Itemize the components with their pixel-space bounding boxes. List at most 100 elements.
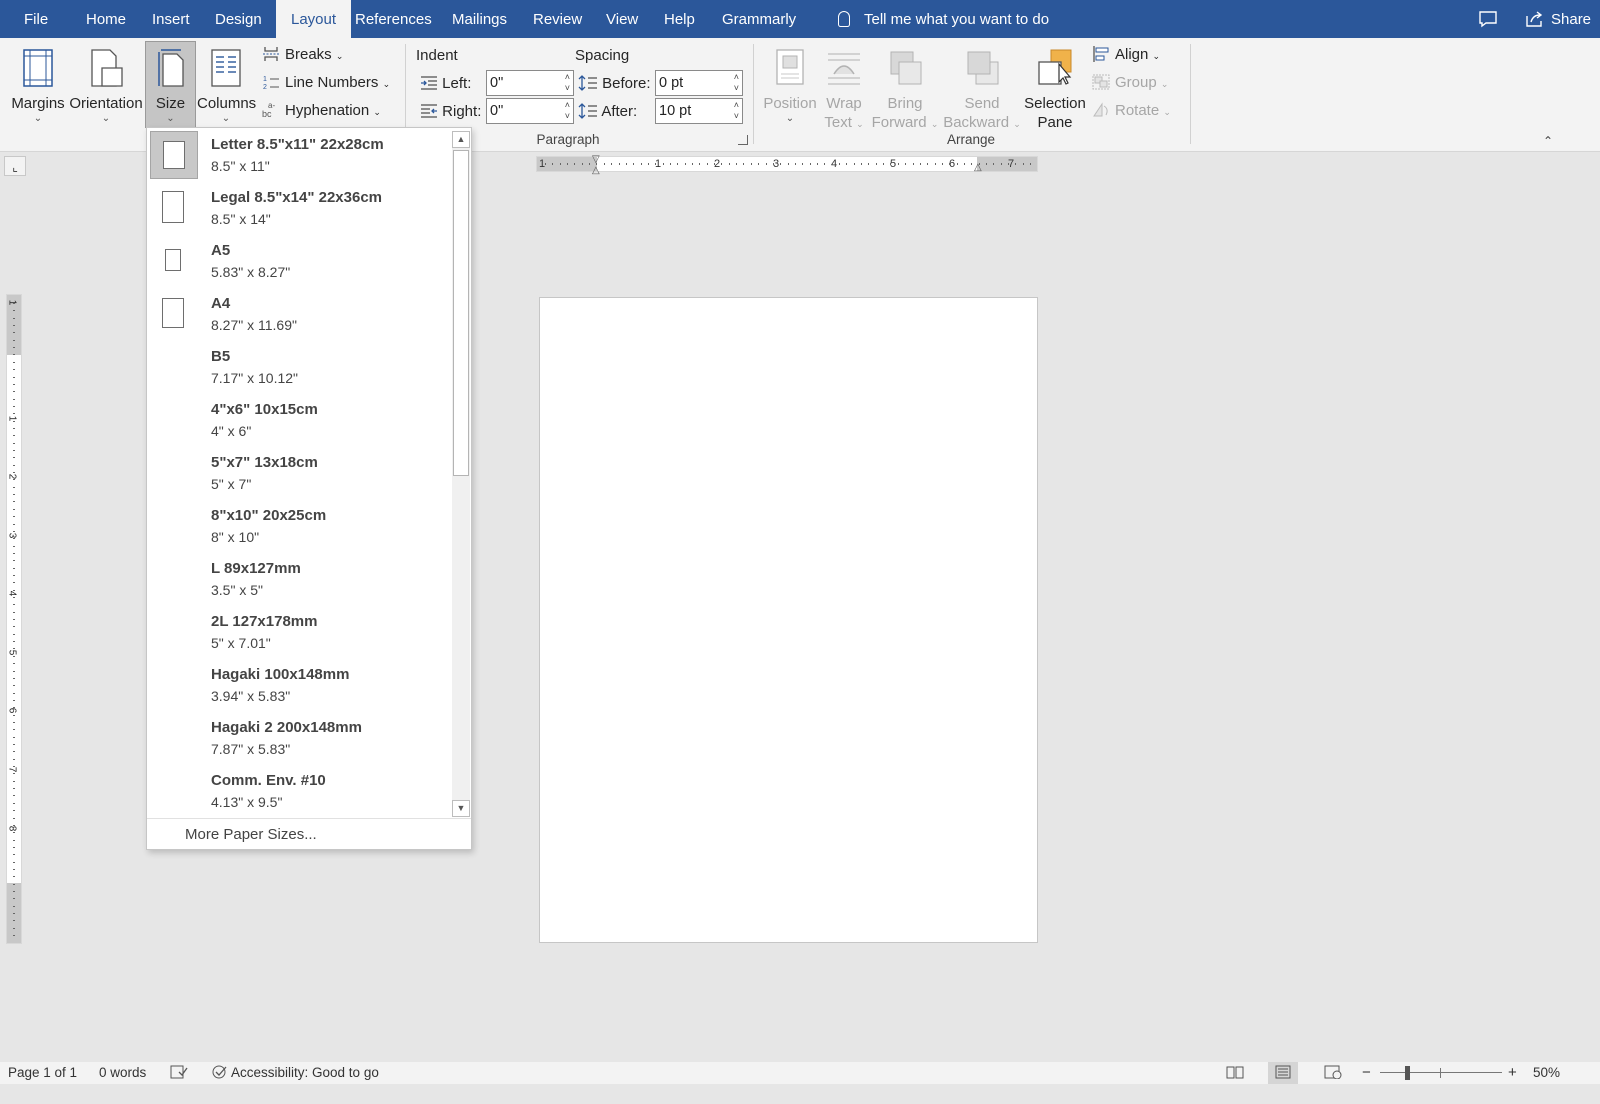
orientation-label: Orientation — [69, 95, 143, 112]
hyphenation-button[interactable]: a-bc Hyphenation ⌄ — [262, 99, 381, 123]
ruler-tick — [883, 163, 885, 165]
columns-button[interactable]: Columns ⌄ — [197, 42, 256, 128]
paper-size-item[interactable]: Hagaki 100x148mm 3.94" x 5.83" — [147, 658, 451, 711]
paper-size-item[interactable]: 8"x10" 20x25cm 8" x 10" — [147, 499, 451, 552]
selection-pane-button[interactable]: Selection Pane — [1022, 42, 1088, 131]
horizontal-ruler[interactable]: 11234567 ▽ △ △ — [536, 154, 1038, 176]
ruler-tick — [13, 891, 15, 892]
first-line-indent-marker[interactable]: ▽ — [592, 154, 600, 165]
scroll-up-icon[interactable]: ▲ — [452, 131, 470, 148]
spinner-arrows-icon[interactable]: ˄ ˅ — [734, 72, 739, 94]
spinner-arrows-icon[interactable]: ˄ ˅ — [565, 72, 570, 94]
comment-icon — [1479, 11, 1497, 28]
ruler-tick — [603, 163, 605, 165]
bring-forward-button[interactable]: Bring Forward ⌄ — [870, 42, 940, 131]
zoom-in-button[interactable]: + — [1508, 1062, 1517, 1084]
tab-layout[interactable]: Layout — [276, 0, 352, 39]
zoom-level[interactable]: 50% — [1533, 1062, 1560, 1084]
size-button[interactable]: Size ⌄ — [145, 41, 196, 128]
tab-review[interactable]: Review — [527, 0, 588, 38]
paper-size-item[interactable]: Hagaki 2 200x148mm 7.87" x 5.83" — [147, 711, 451, 764]
ruler-tick — [559, 163, 561, 165]
svg-text:bc: bc — [262, 109, 272, 118]
proofing-icon[interactable] — [170, 1062, 188, 1084]
comments-button[interactable] — [1478, 0, 1498, 38]
ruler-tick — [13, 766, 15, 768]
line-numbers-button[interactable]: 1 2 Line Numbers ⌄ — [262, 71, 390, 95]
tab-mailings[interactable]: Mailings — [446, 0, 513, 38]
tab-view[interactable]: View — [600, 0, 644, 38]
paper-size-item[interactable]: L 89x127mm 3.5" x 5" — [147, 552, 451, 605]
scroll-down-icon[interactable]: ▼ — [452, 800, 470, 817]
ruler-tick — [993, 163, 995, 165]
more-paper-sizes-item[interactable]: More Paper Sizes... — [147, 818, 471, 850]
right-indent-marker[interactable]: △ — [974, 162, 982, 173]
word-count[interactable]: 0 words — [99, 1062, 146, 1084]
zoom-slider[interactable] — [1380, 1072, 1502, 1073]
tell-me-search[interactable]: Tell me what you want to do — [838, 0, 1049, 38]
group-divider — [753, 44, 754, 144]
paper-size-item[interactable]: 5"x7" 13x18cm 5" x 7" — [147, 446, 451, 499]
paper-size-dimensions: 8.5" x 11" — [211, 158, 270, 174]
share-button[interactable]: Share — [1525, 0, 1591, 38]
paper-size-item[interactable]: Comm. Env. #10 4.13" x 9.5" — [147, 764, 451, 817]
chevron-down-icon: ⌄ — [166, 113, 175, 124]
spacing-before-input[interactable]: 0 pt ˄ ˅ — [655, 70, 743, 96]
scrollbar-thumb[interactable] — [453, 150, 469, 476]
rotate-button[interactable]: Rotate ⌄ — [1092, 99, 1171, 123]
zoom-slider-thumb[interactable] — [1405, 1066, 1410, 1080]
align-button[interactable]: Align ⌄ — [1092, 43, 1160, 67]
spinner-arrows-icon[interactable]: ˄ ˅ — [734, 100, 739, 122]
send-backward-button[interactable]: Send Backward ⌄ — [942, 42, 1022, 131]
paper-size-item[interactable]: Legal 8.5"x14" 22x36cm 8.5" x 14" — [147, 181, 451, 234]
web-layout-icon[interactable] — [1324, 1062, 1342, 1084]
tab-file[interactable]: File — [18, 0, 54, 38]
dialog-launcher-icon[interactable] — [738, 135, 748, 145]
zoom-out-button[interactable]: − — [1362, 1062, 1371, 1084]
position-icon — [772, 48, 808, 88]
tab-grammarly[interactable]: Grammarly — [716, 0, 802, 38]
dropdown-scrollbar[interactable]: ▲ ▼ — [452, 131, 470, 817]
spinner-arrows-icon[interactable]: ˄ ˅ — [565, 100, 570, 122]
ruler-tick — [13, 736, 15, 738]
accessibility-status[interactable]: Accessibility: Good to go — [212, 1062, 379, 1084]
paper-size-item[interactable]: A4 8.27" x 11.69" — [147, 287, 451, 340]
chevron-down-icon: ⌄ — [33, 113, 43, 124]
spacing-after-input[interactable]: 10 pt ˄ ˅ — [655, 98, 743, 124]
wrap-text-button[interactable]: Wrap Text ⌄ — [820, 42, 868, 131]
read-mode-icon[interactable] — [1226, 1062, 1244, 1084]
group-button[interactable]: Group ⌄ — [1092, 71, 1168, 95]
ruler-tick — [875, 163, 877, 165]
tab-home[interactable]: Home — [80, 0, 132, 38]
ruler-tick — [831, 163, 833, 165]
indent-right-input[interactable]: 0" ˄ ˅ — [486, 98, 574, 124]
ruler-tick — [846, 163, 848, 165]
hanging-indent-marker[interactable]: △ — [592, 165, 600, 176]
paper-size-item[interactable]: B5 7.17" x 10.12" — [147, 340, 451, 393]
paper-thumbnail — [150, 767, 198, 815]
orientation-button[interactable]: Orientation ⌄ — [68, 42, 144, 128]
document-page[interactable] — [539, 297, 1038, 943]
indent-left-value: 0" — [490, 75, 504, 91]
position-button[interactable]: Position ⌄ — [762, 42, 818, 128]
tab-insert[interactable]: Insert — [146, 0, 196, 38]
chevron-down-icon: ⌄ — [1013, 119, 1021, 129]
paper-size-item[interactable]: 4"x6" 10x15cm 4" x 6" — [147, 393, 451, 446]
paper-size-item[interactable]: Letter 8.5"x11" 22x28cm 8.5" x 11" — [147, 128, 451, 181]
print-layout-icon[interactable] — [1268, 1062, 1298, 1084]
ruler-tick — [13, 626, 15, 628]
vertical-ruler[interactable]: 1 1 2 3 4 5 6 7 8 — [6, 294, 22, 944]
tab-selector-icon[interactable]: ⌞ — [4, 156, 26, 176]
tab-references[interactable]: References — [349, 0, 438, 38]
paper-size-item[interactable]: A5 5.83" x 8.27" — [147, 234, 451, 287]
collapse-ribbon-icon[interactable]: ⌃ — [1543, 134, 1553, 148]
margins-button[interactable]: Margins ⌄ — [8, 42, 68, 128]
indent-left-input[interactable]: 0" ˄ ˅ — [486, 70, 574, 96]
breaks-button[interactable]: Breaks ⌄ — [262, 43, 343, 67]
tab-design[interactable]: Design — [209, 0, 268, 38]
page-count[interactable]: Page 1 of 1 — [8, 1062, 77, 1084]
spacing-after-text: After: — [601, 103, 638, 120]
tab-help[interactable]: Help — [658, 0, 701, 38]
ruler-tick — [13, 303, 15, 304]
paper-size-item[interactable]: 2L 127x178mm 5" x 7.01" — [147, 605, 451, 658]
